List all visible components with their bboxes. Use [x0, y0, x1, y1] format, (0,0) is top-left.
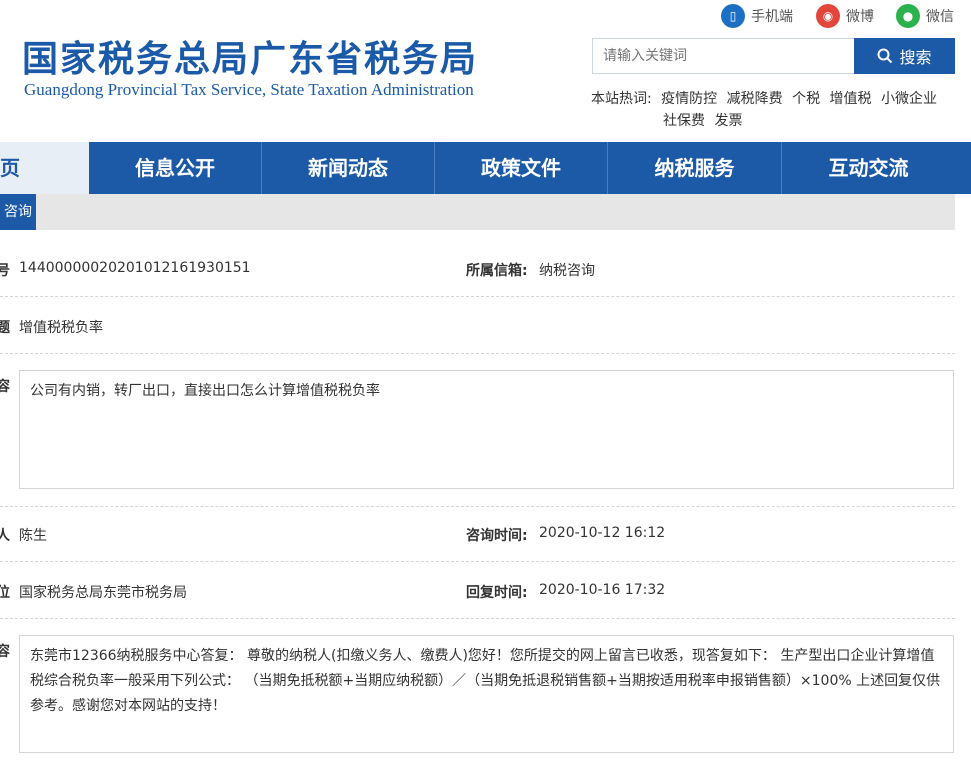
number-label: 号 — [0, 263, 10, 279]
person-label: 人 — [0, 528, 10, 544]
hot-word[interactable]: 个税 — [792, 91, 820, 107]
search-icon — [877, 48, 893, 64]
social-mobile-label: 手机端 — [751, 9, 793, 25]
nav-news[interactable]: 新闻动态 — [262, 142, 434, 194]
reply-time-label: 回复时间: — [466, 585, 528, 601]
subtab-consult[interactable]: 咨询 — [0, 194, 36, 230]
content-label: 容 — [0, 379, 10, 395]
site-title-cn: 国家税务总局广东省税务局 — [22, 39, 479, 80]
hot-words: 本站热词: 疫情防控 减税降费 个税 增值税 小微企业 社保费 发票 — [591, 88, 951, 132]
reply-label: 容 — [0, 644, 10, 660]
site-title-en: Guangdong Provincial Tax Service, State … — [24, 80, 474, 99]
search-input[interactable] — [592, 38, 854, 74]
weibo-icon: ◉ — [816, 4, 840, 28]
wechat-icon: ● — [896, 4, 920, 28]
row-divider — [0, 506, 955, 507]
mailbox-value: 纳税咨询 — [539, 263, 595, 279]
subject-value: 增值税税负率 — [19, 320, 103, 336]
row-divider — [0, 618, 955, 619]
content-box: 公司有内销，转厂出口，直接出口怎么计算增值税税负率 — [19, 370, 954, 489]
hot-word[interactable]: 减税降费 — [727, 91, 783, 107]
social-wechat[interactable]: ● 微信 — [896, 4, 954, 28]
subject-label: 题 — [0, 320, 10, 336]
search-button[interactable]: 搜索 — [854, 38, 955, 74]
social-wechat-label: 微信 — [926, 9, 954, 25]
consult-time-label: 咨询时间: — [466, 528, 528, 544]
hot-word[interactable]: 小微企业 — [881, 91, 937, 107]
social-weibo-label: 微博 — [846, 9, 874, 25]
row-divider — [0, 353, 955, 354]
reply-time-value: 2020-10-16 17:32 — [539, 582, 666, 598]
hot-word[interactable]: 发票 — [714, 113, 742, 129]
sub-bar — [0, 194, 955, 230]
reply-box: 东莞市12366纳税服务中心答复： 尊敬的纳税人(扣缴义务人、缴费人)您好！您所… — [19, 635, 954, 753]
unit-label: 位 — [0, 585, 10, 601]
hot-word[interactable]: 增值税 — [830, 91, 872, 107]
hot-words-label: 本站热词: — [591, 91, 652, 107]
unit-value: 国家税务总局东莞市税务局 — [19, 585, 187, 601]
search-button-label: 搜索 — [899, 48, 932, 67]
nav-home[interactable]: 首页 — [0, 142, 89, 194]
mailbox-label: 所属信箱: — [466, 263, 528, 279]
number-value: 14400000020201012161930151 — [19, 260, 251, 276]
row-divider — [0, 561, 955, 562]
nav-info-public[interactable]: 信息公开 — [89, 142, 261, 194]
row-divider — [0, 296, 955, 297]
hot-word[interactable]: 疫情防控 — [661, 91, 717, 107]
person-value: 陈生 — [19, 528, 47, 544]
social-mobile[interactable]: ▯ 手机端 — [721, 4, 793, 28]
nav-tax-service[interactable]: 纳税服务 — [608, 142, 781, 194]
hot-word[interactable]: 社保费 — [663, 113, 705, 129]
nav-policy[interactable]: 政策文件 — [435, 142, 607, 194]
consult-time-value: 2020-10-12 16:12 — [539, 525, 666, 541]
social-weibo[interactable]: ◉ 微博 — [816, 4, 874, 28]
mobile-icon: ▯ — [721, 4, 745, 28]
nav-interaction[interactable]: 互动交流 — [782, 142, 955, 194]
